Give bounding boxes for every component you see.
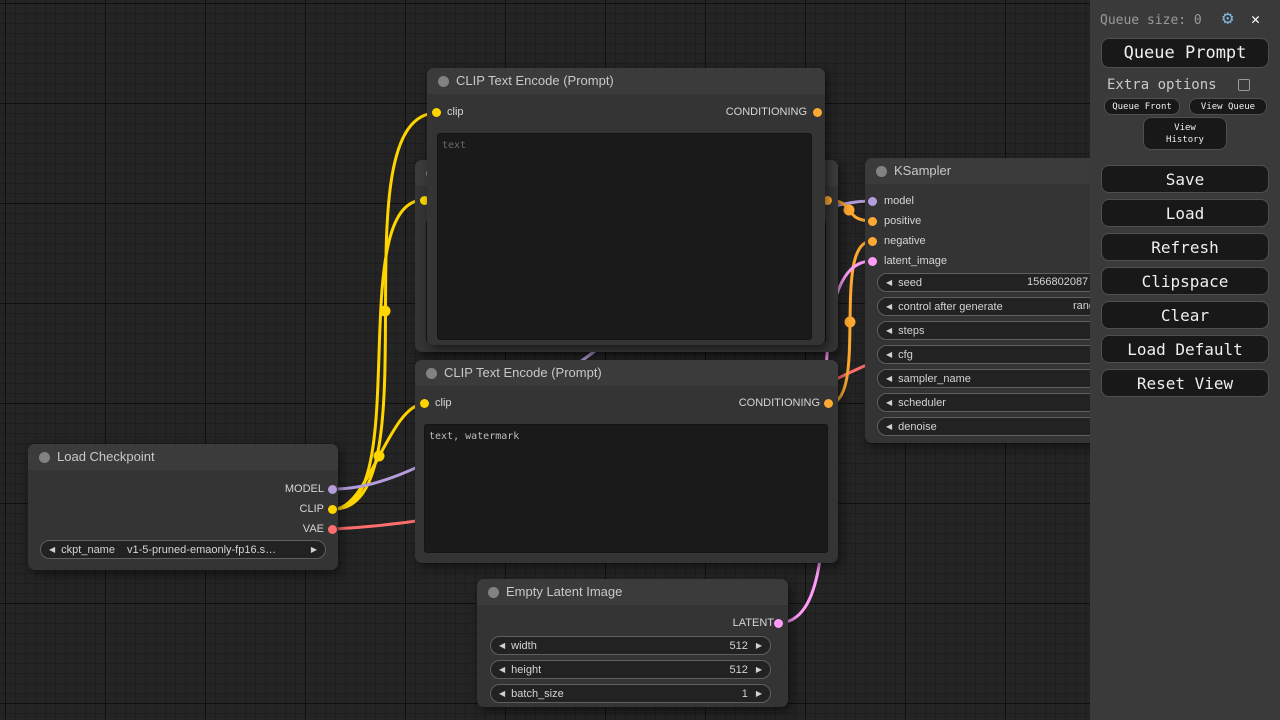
collapse-dot[interactable] (39, 452, 50, 463)
widget-label: scheduler (898, 397, 946, 409)
prompt-textarea[interactable]: text (437, 133, 812, 340)
decrement-arrow-icon[interactable]: ◀ (886, 398, 892, 407)
model-input-label: model (884, 195, 914, 207)
collapse-dot[interactable] (426, 368, 437, 379)
view-history-button[interactable]: View History (1143, 117, 1227, 150)
clip-input-label: clip (435, 397, 452, 409)
widget-value: v1-5-pruned-emaonly-fp16.s… (127, 544, 276, 556)
node-title: Empty Latent Image (506, 579, 622, 605)
latent-output-port[interactable] (774, 619, 783, 628)
clip-input-label: clip (447, 106, 464, 118)
view-history-line2: History (1166, 134, 1204, 146)
height-widget[interactable]: ◀ height 512 ▶ (490, 660, 771, 679)
clipspace-button[interactable]: Clipspace (1101, 267, 1269, 295)
node-titlebar[interactable]: CLIP Text Encode (Prompt) (415, 360, 838, 386)
vae-output-label: VAE (303, 523, 324, 535)
latent-image-input-label: latent_image (884, 255, 947, 267)
widget-label: height (511, 664, 541, 676)
model-output-label: MODEL (285, 483, 324, 495)
increment-arrow-icon[interactable]: ▶ (756, 665, 762, 674)
widget-label: batch_size (511, 688, 564, 700)
node-title: KSampler (894, 158, 951, 184)
increment-arrow-icon[interactable]: ▶ (311, 545, 317, 554)
save-button[interactable]: Save (1101, 165, 1269, 193)
widget-label: seed (898, 277, 922, 289)
collapse-dot[interactable] (876, 166, 887, 177)
widget-value: 1 (742, 688, 748, 700)
widget-value: 512 (729, 640, 747, 652)
refresh-button[interactable]: Refresh (1101, 233, 1269, 261)
widget-label: ckpt_name (61, 544, 115, 556)
increment-arrow-icon[interactable]: ▶ (756, 641, 762, 650)
node-titlebar[interactable]: Load Checkpoint (28, 444, 338, 470)
clip-output-port[interactable] (328, 505, 337, 514)
conditioning-output-label: CONDITIONING (726, 106, 807, 118)
view-queue-button[interactable]: View Queue (1189, 98, 1267, 115)
decrement-arrow-icon[interactable]: ◀ (499, 641, 505, 650)
negative-input-label: negative (884, 235, 926, 247)
node-titlebar[interactable]: CLIP Text Encode (Prompt) (427, 68, 825, 94)
decrement-arrow-icon[interactable]: ◀ (49, 545, 55, 554)
load-default-button[interactable]: Load Default (1101, 335, 1269, 363)
widget-label: control after generate (898, 301, 1003, 313)
node-titlebar[interactable]: Empty Latent Image (477, 579, 788, 605)
decrement-arrow-icon[interactable]: ◀ (886, 326, 892, 335)
load-button[interactable]: Load (1101, 199, 1269, 227)
decrement-arrow-icon[interactable]: ◀ (499, 689, 505, 698)
conditioning-output-port[interactable] (824, 399, 833, 408)
width-widget[interactable]: ◀ width 512 ▶ (490, 636, 771, 655)
batch-size-widget[interactable]: ◀ batch_size 1 ▶ (490, 684, 771, 703)
collapse-dot[interactable] (438, 76, 449, 87)
reset-view-button[interactable]: Reset View (1101, 369, 1269, 397)
widget-label: sampler_name (898, 373, 971, 385)
latent-output-label: LATENT (733, 617, 774, 629)
node-clip-text-encode-negative: CLIP Text Encode (Prompt) clip CONDITION… (415, 360, 838, 563)
decrement-arrow-icon[interactable]: ◀ (886, 422, 892, 431)
node-title: CLIP Text Encode (Prompt) (444, 360, 602, 386)
clip-output-label: CLIP (300, 503, 324, 515)
decrement-arrow-icon[interactable]: ◀ (886, 374, 892, 383)
node-clip-text-encode-top: CLIP Text Encode (Prompt) clip CONDITION… (427, 68, 825, 345)
queue-prompt-button[interactable]: Queue Prompt (1101, 38, 1269, 68)
view-history-line1: View (1174, 122, 1196, 134)
node-load-checkpoint: Load Checkpoint MODEL CLIP VAE ◀ ckpt_na… (28, 444, 338, 570)
ckpt-name-widget[interactable]: ◀ ckpt_name v1-5-pruned-emaonly-fp16.s… … (40, 540, 326, 559)
decrement-arrow-icon[interactable]: ◀ (886, 278, 892, 287)
close-icon[interactable]: ✕ (1251, 10, 1260, 28)
decrement-arrow-icon[interactable]: ◀ (499, 665, 505, 674)
node-title: CLIP Text Encode (Prompt) (456, 68, 614, 94)
comfyui-canvas[interactable]: CLIP Text Encode (Prompt) clip beautiful… (0, 0, 1280, 720)
settings-gear-icon[interactable]: ⚙ (1222, 7, 1233, 29)
extra-options-label: Extra options (1107, 77, 1217, 93)
comfy-menu: Queue size: 0 ⚙ ✕ Queue Prompt Extra opt… (1090, 0, 1280, 720)
collapse-dot[interactable] (488, 587, 499, 598)
clip-input-port[interactable] (432, 108, 441, 117)
node-empty-latent-image: Empty Latent Image LATENT ◀ width 512 ▶ … (477, 579, 788, 707)
extra-options-checkbox[interactable] (1238, 79, 1250, 91)
latent-image-input-port[interactable] (868, 257, 877, 266)
model-input-port[interactable] (868, 197, 877, 206)
negative-input-port[interactable] (868, 237, 877, 246)
widget-label: steps (898, 325, 924, 337)
clear-button[interactable]: Clear (1101, 301, 1269, 329)
vae-output-port[interactable] (328, 525, 337, 534)
widget-label: denoise (898, 421, 937, 433)
positive-input-label: positive (884, 215, 921, 227)
decrement-arrow-icon[interactable]: ◀ (886, 350, 892, 359)
decrement-arrow-icon[interactable]: ◀ (886, 302, 892, 311)
conditioning-output-port[interactable] (813, 108, 822, 117)
widget-value: 1566802087 (1027, 276, 1088, 288)
model-output-port[interactable] (328, 485, 337, 494)
widget-label: width (511, 640, 537, 652)
increment-arrow-icon[interactable]: ▶ (756, 689, 762, 698)
queue-front-button[interactable]: Queue Front (1104, 98, 1180, 115)
clip-input-port[interactable] (420, 399, 429, 408)
conditioning-output-label: CONDITIONING (739, 397, 820, 409)
node-title: Load Checkpoint (57, 444, 155, 470)
widget-value: 512 (729, 664, 747, 676)
prompt-textarea[interactable]: text, watermark (424, 424, 828, 553)
queue-size-label: Queue size: 0 (1100, 13, 1202, 28)
positive-input-port[interactable] (868, 217, 877, 226)
widget-label: cfg (898, 349, 913, 361)
